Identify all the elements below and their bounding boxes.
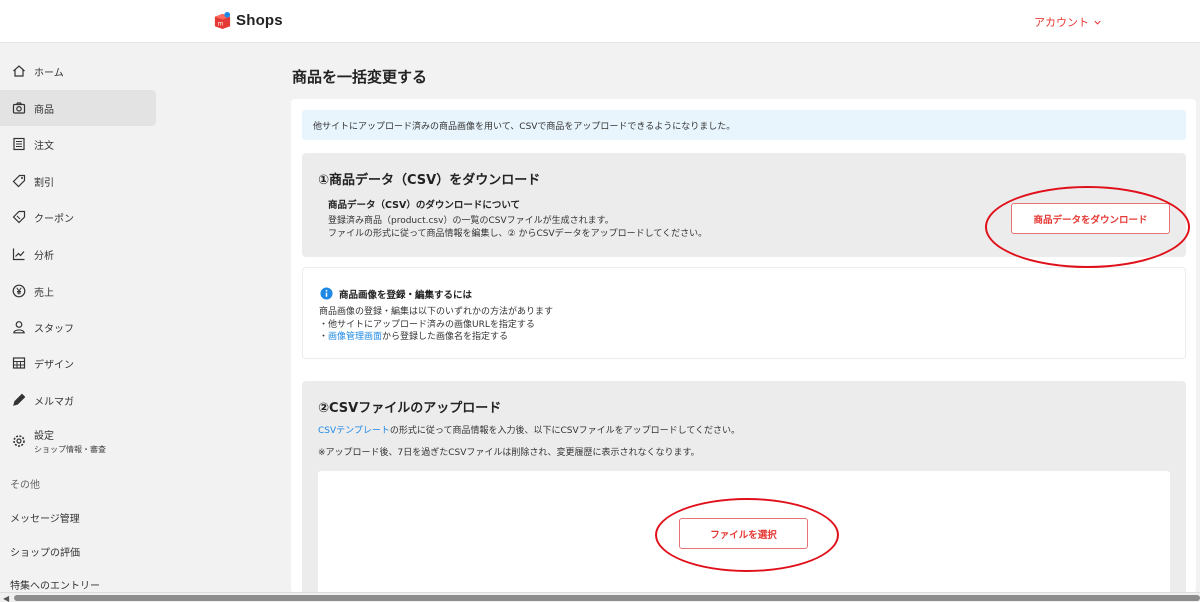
info-line1: 商品画像の登録・編集は以下のいずれかの方法があります xyxy=(319,307,554,317)
sidebar-link-shop-rating[interactable]: ショップの評価 xyxy=(10,544,80,559)
account-menu[interactable]: アカウント xyxy=(1034,14,1102,30)
design-icon xyxy=(12,356,26,370)
gear-icon xyxy=(12,434,26,448)
chart-icon xyxy=(12,247,26,261)
sidebar-item-label: ホーム xyxy=(34,67,64,79)
sidebar-item-label: 設定 xyxy=(34,431,54,442)
sidebar-item-staff[interactable]: スタッフ xyxy=(0,309,156,345)
scrollbar-thumb[interactable] xyxy=(14,595,1200,601)
sidebar-item-analytics[interactable]: 分析 xyxy=(0,236,156,272)
page-title: 商品を一括変更する xyxy=(292,68,428,86)
person-icon xyxy=(12,320,26,334)
section1-line2: ファイルの形式に従って商品情報を編集し、② からCSVデータをアップロードしてく… xyxy=(328,229,708,239)
settings-text: 設定 ショップ情報・審査 xyxy=(34,427,106,455)
sidebar-item-discount[interactable]: 割引 xyxy=(0,163,156,199)
sidebar-link-feature-entry[interactable]: 特集へのエントリー xyxy=(10,577,100,592)
pen-icon xyxy=(12,393,26,407)
image-management-link[interactable]: 画像管理画面 xyxy=(328,332,382,342)
select-file-button[interactable]: ファイルを選択 xyxy=(679,518,808,549)
sidebar-item-label: 商品 xyxy=(34,104,54,116)
sidebar-item-label: 注文 xyxy=(34,140,54,152)
sidebar-item-coupon[interactable]: クーポン xyxy=(0,199,156,235)
sidebar-link-messages[interactable]: メッセージ管理 xyxy=(10,510,80,525)
csv-template-link[interactable]: CSVテンプレート xyxy=(318,426,390,436)
sidebar: ホーム 商品 注文 割引 クーポン 分析 売上 スタッフ デザイン メルマガ 設… xyxy=(0,43,160,593)
section2-description: CSVテンプレートの形式に従って商品情報を入力後、以下にCSVファイルをアップロ… xyxy=(318,425,740,438)
sidebar-item-label: 分析 xyxy=(34,250,54,262)
info-title: 商品画像を登録・編集するには xyxy=(339,290,473,301)
image-info-section: 商品画像を登録・編集するには 商品画像の登録・編集は以下のいずれかの方法がありま… xyxy=(302,267,1186,359)
sidebar-item-mailmag[interactable]: メルマガ xyxy=(0,382,156,418)
section2-note: ※アップロード後、7日を過ぎたCSVファイルは削除され、変更履歴に表示されなくな… xyxy=(318,448,700,458)
logo-text: Shops xyxy=(236,12,283,29)
chevron-down-icon xyxy=(1094,20,1101,25)
csv-upload-section: ②CSVファイルのアップロード CSVテンプレートの形式に従って商品情報を入力後… xyxy=(302,381,1186,593)
account-label: アカウント xyxy=(1034,16,1089,29)
top-header: m Shops アカウント xyxy=(0,0,1200,43)
sidebar-item-sublabel: ショップ情報・審査 xyxy=(34,445,106,454)
tag-icon xyxy=(12,174,26,188)
section2-description-suffix: の形式に従って商品情報を入力後、以下にCSVファイルをアップロードしてください。 xyxy=(389,426,741,436)
sidebar-section-other: その他 xyxy=(10,480,40,491)
shops-logo-icon: m xyxy=(214,11,231,30)
sidebar-item-orders[interactable]: 注文 xyxy=(0,126,156,162)
notice-text: 他サイトにアップロード済みの商品画像を用いて、CSVで商品をアップロードできるよ… xyxy=(313,121,736,132)
sidebar-item-products[interactable]: 商品 xyxy=(0,90,156,126)
info-icon xyxy=(320,287,333,300)
sidebar-item-label: スタッフ xyxy=(34,323,74,335)
camera-icon xyxy=(12,101,26,115)
notice-banner: 他サイトにアップロード済みの商品画像を用いて、CSVで商品をアップロードできるよ… xyxy=(302,110,1186,140)
sidebar-item-label: メルマガ xyxy=(34,396,74,408)
file-drop-area[interactable]: ファイルを選択 xyxy=(318,471,1170,593)
section1-title: ①商品データ（CSV）をダウンロード xyxy=(318,173,541,188)
csv-download-section: ①商品データ（CSV）をダウンロード 商品データ（CSV）のダウンロードについて… xyxy=(302,153,1186,257)
sidebar-item-label: デザイン xyxy=(34,359,74,371)
sidebar-item-home[interactable]: ホーム xyxy=(0,53,156,89)
section1-subtitle: 商品データ（CSV）のダウンロードについて xyxy=(328,200,521,211)
info-line3-suffix: から登録した画像名を指定する xyxy=(382,332,509,342)
sidebar-item-label: クーポン xyxy=(34,213,74,225)
shops-logo[interactable]: m Shops xyxy=(213,11,283,30)
section1-line1: 登録済み商品（product.csv）の一覧のCSVファイルが生成されます。 xyxy=(328,216,614,226)
sidebar-item-label: 割引 xyxy=(34,177,54,189)
sidebar-item-label: 売上 xyxy=(34,287,54,299)
info-line3: ・画像管理画面から登録した画像名を指定する xyxy=(319,331,553,344)
info-line2: ・他サイトにアップロード済みの画像URLを指定する xyxy=(319,319,535,330)
horizontal-scrollbar[interactable]: ◀ xyxy=(0,592,1200,602)
scroll-left-arrow-icon[interactable]: ◀ xyxy=(3,594,9,602)
sidebar-item-design[interactable]: デザイン xyxy=(0,345,156,381)
section1-description: 登録済み商品（product.csv）の一覧のCSVファイルが生成されます。 フ… xyxy=(328,215,707,241)
section2-title: ②CSVファイルのアップロード xyxy=(318,401,502,416)
sidebar-item-sales[interactable]: 売上 xyxy=(0,273,156,309)
coupon-icon xyxy=(12,210,26,224)
order-icon xyxy=(12,137,26,151)
main-card: 他サイトにアップロード済みの商品画像を用いて、CSVで商品をアップロードできるよ… xyxy=(291,99,1196,593)
download-product-data-button[interactable]: 商品データをダウンロード xyxy=(1011,203,1170,234)
info-line3-prefix: ・ xyxy=(319,332,329,342)
svg-text:m: m xyxy=(218,21,224,27)
yen-icon xyxy=(12,284,26,298)
home-icon xyxy=(12,64,26,78)
sidebar-item-settings[interactable]: 設定 ショップ情報・審査 xyxy=(0,423,156,459)
info-text: 商品画像の登録・編集は以下のいずれかの方法があります ・他サイトにアップロード済… xyxy=(319,306,553,344)
